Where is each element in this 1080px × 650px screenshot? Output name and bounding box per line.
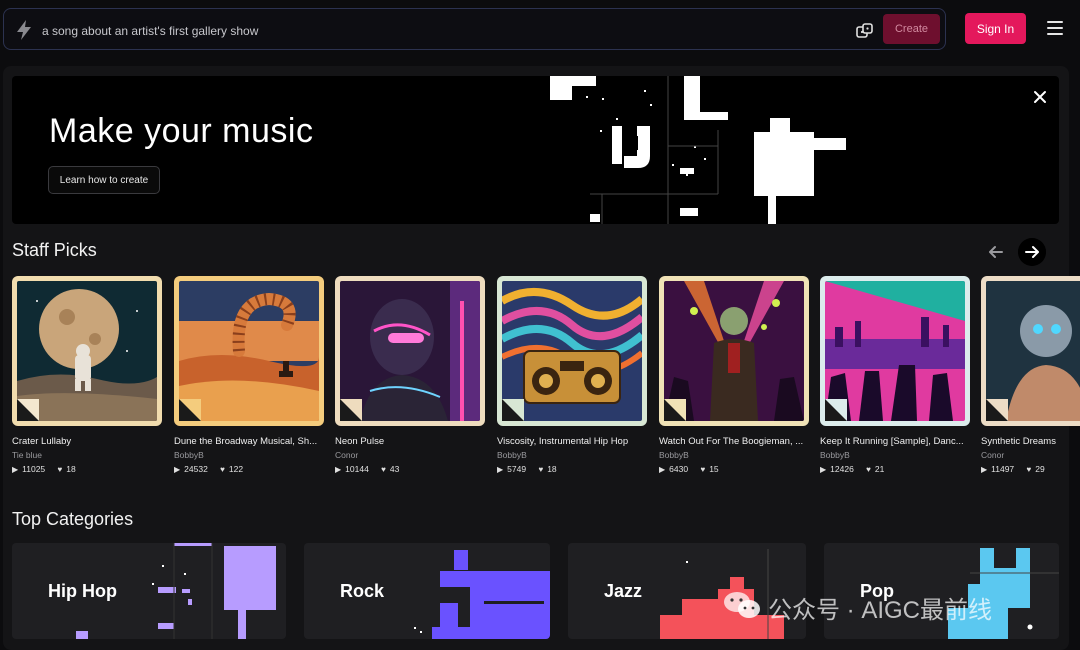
staff-picks-heading: Staff Picks [12, 240, 97, 260]
top-categories-heading: Top Categories [12, 509, 134, 529]
song-card[interactable]: Crater Lullaby Tie blue ▶ 11025 ♥ 18 [12, 276, 162, 474]
heart-icon: ♥ [381, 465, 386, 474]
play-count: 11025 [22, 464, 46, 474]
like-count: 122 [228, 464, 244, 474]
play-icon: ▶ [820, 465, 827, 474]
play-count: 12426 [830, 464, 854, 474]
song-cover[interactable] [174, 276, 324, 426]
corner-logo-icon [340, 399, 362, 421]
song-stats: ▶ 24532 ♥ 122 [174, 464, 243, 474]
play-count: 10144 [345, 464, 369, 474]
carousel-prev-icon[interactable] [982, 238, 1010, 266]
song-card[interactable]: Neon Pulse Conor ▶ 10144 ♥ 43 [335, 276, 485, 474]
heart-icon: ♥ [866, 465, 871, 474]
song-title[interactable]: Synthetic Dreams [981, 436, 1080, 447]
song-artist[interactable]: BobbyB [174, 450, 204, 460]
play-count: 11497 [991, 464, 1015, 474]
play-count: 6430 [669, 464, 689, 474]
song-cover[interactable] [659, 276, 809, 426]
song-stats: ▶ 12426 ♥ 21 [820, 464, 884, 474]
hero-pixel-art [550, 76, 846, 224]
heart-icon: ♥ [1026, 465, 1032, 474]
bolt-icon [17, 20, 31, 40]
learn-how-to-create-button[interactable]: Learn how to create [48, 166, 160, 194]
corner-logo-icon [825, 399, 847, 421]
song-title[interactable]: Crater Lullaby [12, 436, 162, 447]
top-bar: Create Sign In [0, 0, 1080, 62]
wechat-logo-icon [724, 592, 760, 618]
hero-title: Make your music [49, 112, 314, 150]
song-card[interactable]: Viscosity, Instrumental Hip Hop BobbyB ▶… [497, 276, 647, 474]
song-card[interactable]: Keep It Running [Sample], Danc... BobbyB… [820, 276, 970, 474]
category-label[interactable]: Jazz [604, 581, 642, 602]
like-count: 29 [1035, 464, 1045, 474]
play-count: 24532 [184, 464, 208, 474]
category-label[interactable]: Rock [340, 581, 384, 602]
search-bar[interactable]: Create [3, 8, 946, 50]
song-artist[interactable]: BobbyB [659, 450, 689, 460]
song-title[interactable]: Dune the Broadway Musical, Sh... [174, 436, 324, 447]
play-count: 5749 [507, 464, 527, 474]
like-count: 18 [66, 464, 76, 474]
song-card[interactable]: Dune the Broadway Musical, Sh... BobbyB … [174, 276, 324, 474]
category-label[interactable]: Hip Hop [48, 581, 117, 602]
heart-icon: ♥ [700, 465, 706, 474]
play-icon: ▶ [981, 465, 988, 474]
watermark-text: 公众号 · AIGC最前线 [768, 597, 993, 624]
close-icon[interactable] [1031, 88, 1049, 106]
song-stats: ▶ 5749 ♥ 18 [497, 464, 557, 474]
song-card[interactable]: Watch Out For The Boogieman, ... BobbyB … [659, 276, 809, 474]
song-cover[interactable] [335, 276, 485, 426]
category-card-hip-hop[interactable]: Hip Hop [12, 543, 286, 639]
song-artist[interactable]: BobbyB [820, 450, 850, 460]
corner-logo-icon [986, 399, 1008, 421]
corner-logo-icon [17, 399, 39, 421]
like-count: 21 [874, 464, 885, 474]
song-artist[interactable]: BobbyB [497, 450, 527, 460]
play-icon: ▶ [12, 465, 19, 474]
hero-banner: Make your music Learn how to create [12, 76, 1059, 224]
song-cover[interactable] [820, 276, 970, 426]
song-stats: ▶ 6430 ♥ 15 [659, 464, 719, 474]
heart-icon: ♥ [220, 465, 225, 474]
song-title[interactable]: Keep It Running [Sample], Danc... [820, 436, 970, 447]
song-title[interactable]: Viscosity, Instrumental Hip Hop [497, 436, 647, 447]
corner-logo-icon [664, 399, 686, 421]
corner-logo-icon [179, 399, 201, 421]
song-card[interactable]: Synthetic Dreams Conor ▶ 11497 ♥ 29 [981, 276, 1080, 476]
play-icon: ▶ [659, 465, 666, 474]
song-stats: ▶ 11025 ♥ 18 [12, 464, 76, 474]
song-stats: ▶ 11497 ♥ 29 [981, 464, 1045, 474]
play-icon: ▶ [335, 465, 342, 474]
hamburger-menu-icon[interactable] [1047, 21, 1063, 35]
song-artist[interactable]: Conor [981, 450, 1004, 460]
like-count: 15 [709, 464, 719, 474]
song-cover[interactable] [12, 276, 162, 426]
song-title[interactable]: Watch Out For The Boogieman, ... [659, 436, 809, 447]
like-count: 43 [389, 464, 400, 474]
dice-icon[interactable] [855, 21, 875, 41]
play-icon: ▶ [497, 465, 504, 474]
song-artist[interactable]: Conor [335, 450, 358, 460]
carousel-next-icon[interactable] [1018, 238, 1046, 266]
sign-in-button[interactable]: Sign In [965, 13, 1026, 44]
like-count: 18 [547, 464, 557, 474]
heart-icon: ♥ [538, 465, 544, 474]
song-title[interactable]: Neon Pulse [335, 436, 485, 447]
create-button[interactable]: Create [883, 14, 940, 44]
heart-icon: ♥ [57, 465, 63, 474]
song-cover[interactable] [981, 276, 1080, 426]
category-card-rock[interactable]: Rock [304, 543, 550, 639]
play-icon: ▶ [174, 465, 181, 474]
song-cover[interactable] [497, 276, 647, 426]
corner-logo-icon [502, 399, 524, 421]
song-prompt-input[interactable] [40, 19, 824, 43]
song-stats: ▶ 10144 ♥ 43 [335, 464, 399, 474]
song-artist[interactable]: Tie blue [12, 450, 42, 460]
